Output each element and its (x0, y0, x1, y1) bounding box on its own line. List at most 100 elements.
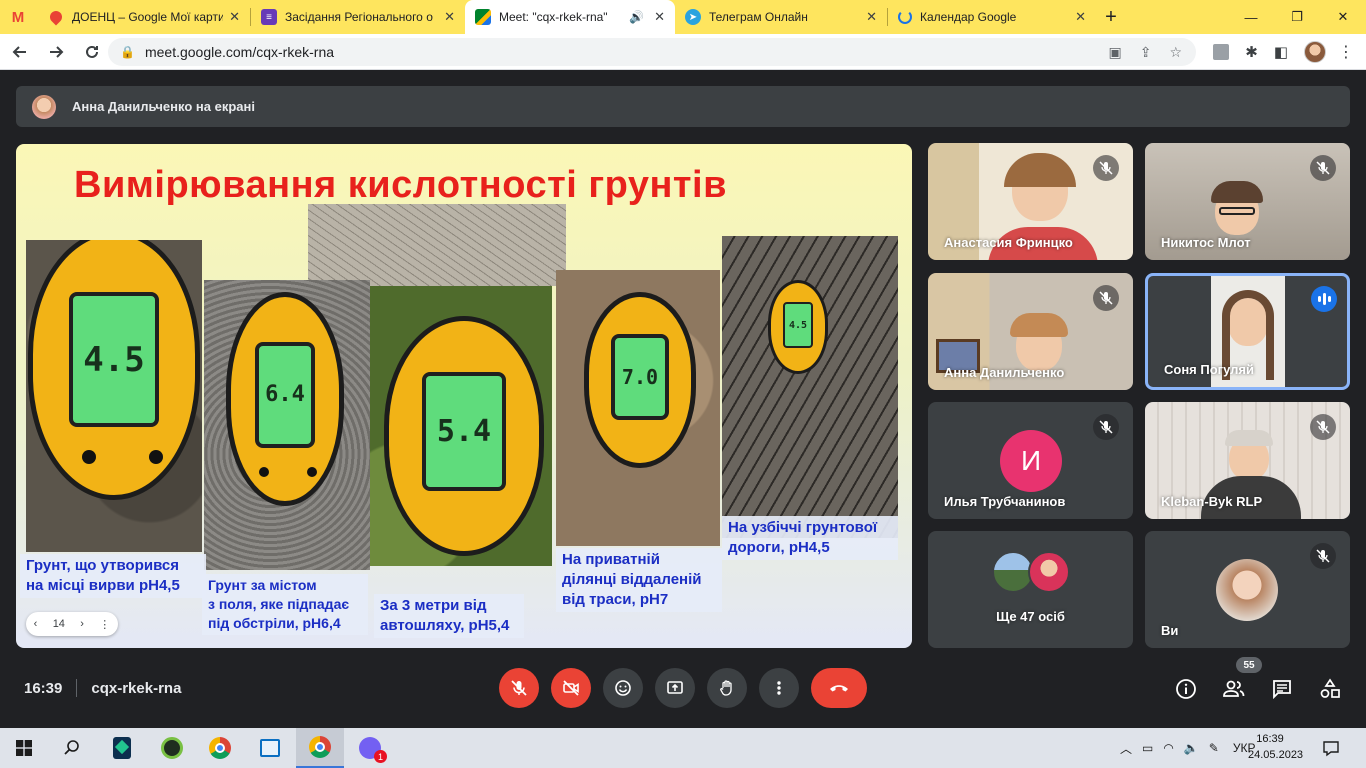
close-window-button[interactable]: ✕ (1320, 0, 1366, 34)
slide-page-navigation: ‹ 14 › ⋮ (26, 612, 118, 636)
close-icon[interactable]: ✕ (1075, 9, 1086, 25)
arrow-left-icon (12, 45, 26, 58)
reload-icon (86, 45, 98, 58)
participant-tile[interactable]: Kleban-Byk RLP (1145, 402, 1350, 519)
taskbar-app-store[interactable] (246, 728, 294, 768)
taskbar-viber[interactable]: 1 (346, 728, 394, 768)
minimize-button[interactable]: — (1228, 0, 1274, 34)
slide-title: Вимірювання кислотності грунтів (74, 164, 727, 206)
camera-off-icon (563, 680, 579, 696)
close-icon[interactable]: ✕ (654, 9, 665, 25)
volume-icon[interactable]: 🔈 (1184, 741, 1199, 755)
taskbar-chrome-active[interactable] (296, 728, 344, 768)
reactions-button[interactable] (603, 668, 643, 708)
tab-telegram[interactable]: ➤ Телеграм Онлайн ✕ (675, 0, 887, 34)
star-icon[interactable]: ☆ (1169, 44, 1182, 61)
forward-button[interactable] (40, 36, 72, 68)
avatar: И (1000, 430, 1062, 492)
people-button[interactable] (1221, 676, 1247, 702)
participant-tile[interactable]: И Илья Трубчанинов (928, 402, 1133, 519)
tab-maps[interactable]: ДОЕНЦ – Google Мої карти ✕ (40, 0, 250, 34)
menu-button[interactable]: ⋮ (1330, 36, 1362, 68)
meeting-details-button[interactable] (1173, 676, 1199, 702)
pen-icon[interactable]: ✎ (1209, 741, 1219, 755)
tab-title: Meet: "cqx-rkek-rna" (499, 10, 608, 24)
chat-button[interactable] (1269, 676, 1295, 702)
speaker-icon[interactable]: 🔊 (629, 10, 644, 24)
chrome-icon (209, 737, 231, 759)
participant-tile[interactable]: Ще 47 осіб (928, 531, 1133, 648)
participant-name: Соня Погуляй (1164, 362, 1254, 377)
camera-toggle-button[interactable] (551, 668, 591, 708)
battery-icon[interactable]: ▭ (1142, 741, 1153, 755)
share-icon[interactable]: ⇪ (1140, 44, 1152, 61)
participant-tile[interactable]: Анна Данильченко (928, 273, 1133, 390)
participant-tile-self[interactable]: Ви (1145, 531, 1350, 648)
photo-meter-4: 7.0 (556, 270, 720, 546)
close-icon[interactable]: ✕ (229, 9, 240, 25)
profile-avatar[interactable] (1304, 41, 1326, 63)
meter-reading: 4.5 (782, 302, 814, 349)
new-tab-button[interactable]: + (1096, 0, 1126, 34)
more-options-icon[interactable]: ⋮ (99, 618, 110, 631)
reload-button[interactable] (76, 36, 108, 68)
caption-2: Грунт за містом з поля, яке підпадає під… (202, 574, 368, 635)
loading-icon (898, 10, 912, 24)
close-icon[interactable]: ✕ (444, 9, 455, 25)
presentation-stage[interactable]: Вимірювання кислотності грунтів 4.5 6.4 … (16, 144, 912, 648)
caption-4: На приватній ділянці віддаленій від трас… (556, 548, 722, 612)
taskbar-chrome[interactable] (196, 728, 244, 768)
participant-name: Илья Трубчанинов (944, 494, 1066, 509)
meter-reading: 6.4 (254, 341, 316, 448)
more-options-button[interactable] (759, 668, 799, 708)
meeting-code: cqx-rkek-rna (91, 679, 182, 697)
avatar (1028, 551, 1070, 593)
people-icon (1223, 680, 1245, 697)
taskbar-app-kyivstar[interactable] (98, 728, 146, 768)
gmail-icon: M (11, 8, 25, 26)
raise-hand-button[interactable] (707, 668, 747, 708)
close-icon[interactable]: ✕ (866, 9, 877, 25)
tab-forms[interactable]: ≡ Засідання Регіонального о ✕ (251, 0, 465, 34)
clock-date: 24.05.2023 (1248, 749, 1304, 761)
leave-call-button[interactable] (811, 668, 867, 708)
sidebar-icon[interactable]: ◧ (1274, 43, 1288, 61)
caption-1: Грунт, що утворився на місці вирви pH4,5 (20, 554, 206, 598)
tab-calendar[interactable]: Календар Google ✕ (888, 0, 1096, 34)
avatar (32, 94, 56, 119)
forms-icon: ≡ (261, 9, 277, 25)
kebab-icon (777, 681, 781, 695)
participant-tile[interactable]: Соня Погуляй (1145, 273, 1350, 390)
photo-cracked-soil (308, 204, 566, 286)
network-icon[interactable]: ◠ (1163, 741, 1173, 755)
system-tray: ︿ ▭ ◠ 🔈 ✎ УКР (1120, 728, 1255, 768)
windows-start-button[interactable] (0, 728, 48, 768)
extension-icon[interactable] (1213, 44, 1230, 60)
store-icon (260, 739, 280, 757)
lock-icon[interactable]: 🔒 (120, 45, 135, 59)
app-icon (161, 737, 183, 759)
present-screen-button[interactable] (655, 668, 695, 708)
activities-button[interactable] (1317, 676, 1343, 702)
back-button[interactable] (4, 36, 36, 68)
mic-off-icon (1093, 414, 1119, 440)
search-button[interactable] (48, 728, 96, 768)
taskbar-app-tool[interactable] (148, 728, 196, 768)
tab-meet[interactable]: Meet: "cqx-rkek-rna" 🔊 ✕ (465, 0, 675, 34)
chevron-right-icon[interactable]: › (80, 618, 84, 630)
puzzle-icon[interactable]: ✱ (1245, 43, 1258, 61)
chevron-up-icon[interactable]: ︿ (1120, 740, 1132, 757)
camera-icon[interactable]: ▣ (1108, 44, 1121, 61)
participant-tile[interactable]: Никитос Млот (1145, 143, 1350, 260)
participant-tile[interactable]: Анастасия Фринцко (928, 143, 1133, 260)
restore-button[interactable]: ❐ (1274, 0, 1320, 34)
browser-toolbar: 🔒 meet.google.com/cqx-rkek-rna ▣ ⇪ ☆ ✱ ◧… (0, 34, 1366, 70)
tab-gmail[interactable]: M (0, 0, 40, 34)
viber-icon: 1 (359, 737, 387, 763)
meet-icon (475, 9, 491, 25)
microphone-toggle-button[interactable] (499, 668, 539, 708)
taskbar-clock[interactable]: 16:39 24.05.2023 (1248, 731, 1304, 763)
address-bar[interactable]: 🔒 meet.google.com/cqx-rkek-rna ▣ ⇪ ☆ (108, 38, 1196, 66)
chevron-left-icon[interactable]: ‹ (34, 618, 38, 630)
notifications-button[interactable] (1322, 728, 1340, 768)
